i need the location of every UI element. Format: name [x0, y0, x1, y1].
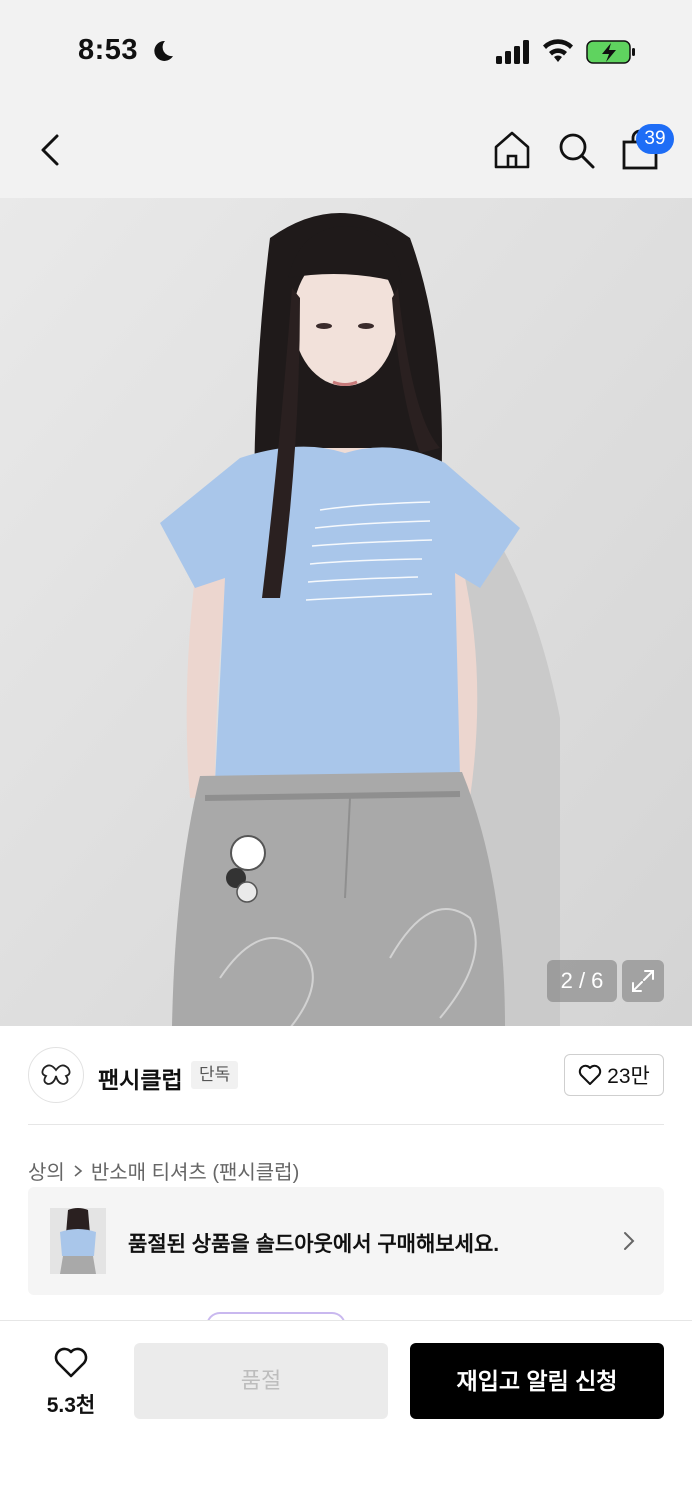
wifi-icon [543, 39, 573, 62]
back-button[interactable] [30, 128, 70, 172]
brand-name[interactable]: 팬시클럽 [98, 1061, 183, 1095]
home-icon[interactable] [492, 130, 532, 170]
butterfly-logo-icon [41, 1064, 71, 1085]
soldout-banner[interactable]: 품절된 상품을 솔드아웃에서 구매해보세요. [28, 1187, 664, 1295]
heart-icon [578, 1064, 602, 1085]
soldout-button: 품절 [134, 1343, 388, 1419]
back-arrow-icon [41, 134, 59, 166]
breadcrumb-item-category[interactable]: 상의 [28, 1156, 65, 1185]
moon-icon [154, 40, 173, 61]
top-navigation [0, 100, 692, 198]
cart-count-badge: 39 [636, 124, 674, 154]
search-icon[interactable] [556, 130, 596, 170]
breadcrumb: 상의 반소매 티셔츠 (팬시클럽) [28, 1156, 299, 1185]
brand-like-count: 23만 [607, 1065, 650, 1088]
breadcrumb-item-subcategory[interactable]: 반소매 티셔츠 (팬시클럽) [91, 1156, 299, 1185]
brand-like-button[interactable]: 23만 [564, 1054, 664, 1096]
restock-alert-button[interactable]: 재입고 알림 신청 [410, 1343, 664, 1419]
divider [28, 1124, 664, 1125]
chevron-right-icon [74, 1164, 83, 1177]
wish-count: 5.3천 [46, 1394, 96, 1417]
product-image[interactable] [0, 198, 692, 1026]
status-bar: 8:53 [0, 0, 692, 100]
soldout-thumbnail [50, 1208, 106, 1274]
signal-icon [496, 40, 529, 64]
exclusive-badge: 단독 [191, 1061, 239, 1089]
expand-image-button[interactable] [622, 960, 664, 1002]
wish-button[interactable]: 5.3천 [36, 1343, 106, 1417]
bottom-action-bar: 5.3천 품절 재입고 알림 신청 [0, 1320, 692, 1500]
status-time: 8:53 [78, 34, 139, 66]
soldout-banner-text: 품절된 상품을 솔드아웃에서 구매해보세요. [128, 1233, 500, 1256]
image-counter: 2 / 6 [547, 960, 617, 1002]
heart-icon [54, 1347, 88, 1378]
battery-charging-icon [586, 40, 635, 64]
model-photo [0, 198, 692, 1026]
brand-logo[interactable] [28, 1047, 84, 1103]
chevron-right-icon [624, 1232, 635, 1250]
expand-icon [632, 970, 654, 992]
